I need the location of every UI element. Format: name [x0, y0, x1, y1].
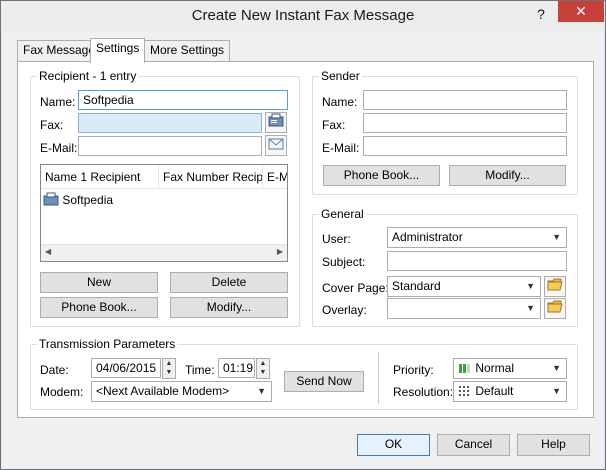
chevron-down-icon: ▼: [552, 386, 561, 396]
recipient-group-title: Recipient - 1 entry: [37, 69, 139, 83]
recipient-name-label: Name:: [40, 95, 76, 109]
subject-label: Subject:: [322, 255, 366, 269]
subject-field[interactable]: [387, 251, 567, 271]
help-button[interactable]: Help: [517, 434, 590, 456]
tab-settings[interactable]: Settings: [90, 38, 146, 63]
chevron-down-icon: ▼: [526, 303, 535, 313]
sender-name-label: Name:: [322, 95, 358, 109]
user-select-value: Administrator: [392, 230, 463, 244]
window-title: Create New Instant Fax Message: [191, 7, 415, 24]
chevron-down-icon: ▼: [552, 363, 561, 373]
recipient-fax-label: Fax:: [40, 118, 64, 132]
spin-up-icon[interactable]: ▲: [163, 359, 175, 368]
time-field[interactable]: 01:19: [218, 358, 255, 378]
sender-fax-field[interactable]: [363, 113, 567, 133]
open-folder-icon[interactable]: [544, 276, 566, 297]
cover-page-value: Standard: [392, 279, 441, 293]
title-bar: Create New Instant Fax Message ? ✕: [1, 1, 605, 31]
user-select[interactable]: Administrator ▼: [387, 227, 567, 248]
list-item[interactable]: Softpedia: [43, 191, 113, 209]
send-now-button[interactable]: Send Now: [284, 371, 364, 392]
priority-value: Normal: [475, 361, 515, 375]
email-envelope-icon[interactable]: [265, 135, 287, 156]
chevron-down-icon: ▼: [257, 386, 266, 396]
dialog-window: Create New Instant Fax Message ? ✕ Fax M…: [0, 0, 606, 470]
cover-page-label: Cover Page:: [322, 281, 389, 295]
new-button[interactable]: New: [40, 272, 158, 293]
close-button[interactable]: ✕: [558, 1, 604, 22]
recipient-email-field[interactable]: [78, 136, 262, 156]
resolution-label: Resolution:: [393, 385, 454, 399]
spin-down-icon[interactable]: ▼: [163, 368, 175, 377]
modem-label: Modem:: [40, 385, 84, 399]
sender-phonebook-button[interactable]: Phone Book...: [323, 165, 440, 186]
resolution-value: Default: [475, 384, 514, 398]
spin-down-icon[interactable]: ▼: [257, 368, 269, 377]
column-header-name[interactable]: Name 1 Recipient: [41, 165, 159, 189]
cancel-button[interactable]: Cancel: [437, 434, 510, 456]
ok-button[interactable]: OK: [357, 434, 430, 456]
scroll-right-icon[interactable]: ▶: [277, 247, 283, 256]
chevron-down-icon: ▼: [552, 232, 561, 242]
column-header-fax[interactable]: Fax Number Recipien: [159, 165, 263, 189]
overlay-select[interactable]: ▼: [387, 298, 541, 319]
sender-fax-label: Fax:: [322, 118, 346, 132]
help-icon[interactable]: ?: [530, 5, 552, 23]
spin-up-icon[interactable]: ▲: [257, 359, 269, 368]
resolution-select[interactable]: Default ▼: [453, 381, 567, 402]
resolution-dots-icon: [459, 386, 469, 396]
scroll-left-icon[interactable]: ◀: [45, 247, 51, 256]
recipient-list[interactable]: Name 1 Recipient Fax Number Recipien E-M…: [40, 164, 288, 262]
cover-page-select[interactable]: Standard ▼: [387, 276, 541, 297]
time-label: Time:: [185, 363, 215, 377]
sender-name-field[interactable]: [363, 90, 567, 110]
fax-machine-icon: [43, 192, 59, 206]
modem-value: <Next Available Modem>: [96, 384, 230, 398]
modem-select[interactable]: <Next Available Modem> ▼: [91, 381, 272, 402]
priority-bars-icon: [459, 364, 470, 373]
sender-email-label: E-Mail:: [322, 141, 360, 155]
open-folder-icon[interactable]: [544, 298, 566, 319]
recipient-name-field[interactable]: Softpedia: [78, 90, 288, 110]
delete-button[interactable]: Delete: [170, 272, 288, 293]
date-spinner[interactable]: ▲ ▼: [162, 358, 176, 379]
sender-email-field[interactable]: [363, 136, 567, 156]
date-field[interactable]: 04/06/2015: [91, 358, 161, 378]
chevron-down-icon: ▼: [526, 281, 535, 291]
sender-group-title: Sender: [319, 69, 362, 83]
user-label: User:: [322, 232, 351, 246]
fax-machine-icon[interactable]: [265, 112, 287, 133]
recipient-modify-button[interactable]: Modify...: [170, 297, 288, 318]
recipient-fax-field[interactable]: [78, 113, 262, 133]
sender-modify-button[interactable]: Modify...: [449, 165, 566, 186]
general-group-title: General: [319, 207, 366, 221]
column-header-email[interactable]: E-Ma: [263, 165, 287, 189]
list-item-name: Softpedia: [62, 193, 114, 207]
date-label: Date:: [40, 363, 69, 377]
overlay-label: Overlay:: [322, 303, 367, 317]
horizontal-scrollbar[interactable]: ◀ ▶: [41, 244, 287, 261]
priority-label: Priority:: [393, 363, 434, 377]
recipient-list-header: Name 1 Recipient Fax Number Recipien E-M…: [41, 165, 287, 189]
priority-select[interactable]: Normal ▼: [453, 358, 567, 379]
recipient-email-label: E-Mail:: [40, 141, 78, 155]
tab-fax-message[interactable]: Fax Message: [17, 40, 102, 61]
transmission-group-title: Transmission Parameters: [37, 337, 178, 351]
recipient-phonebook-button[interactable]: Phone Book...: [40, 297, 158, 318]
tab-more-settings[interactable]: More Settings: [144, 40, 231, 61]
divider: [378, 352, 379, 404]
time-spinner[interactable]: ▲ ▼: [256, 358, 270, 379]
